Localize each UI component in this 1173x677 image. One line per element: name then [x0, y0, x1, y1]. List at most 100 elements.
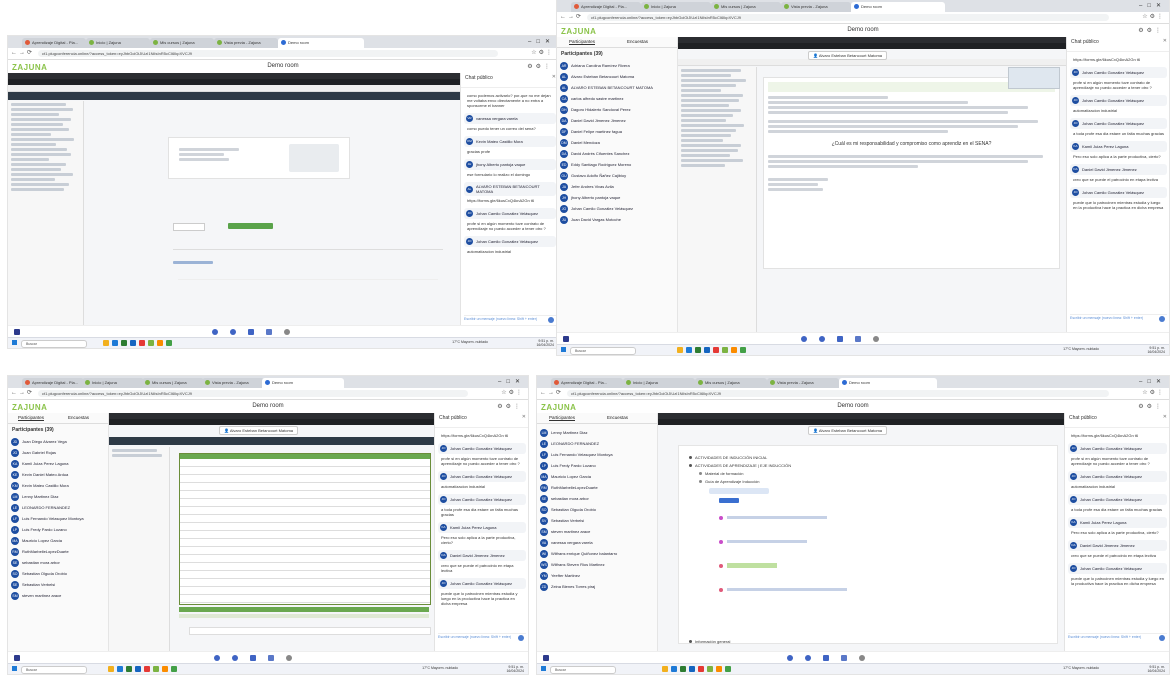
browser-tab[interactable]: Vista previa - Zajuna: [781, 2, 851, 12]
participant-row[interactable]: LF Luis Fernando Velasquez Montoya: [537, 449, 657, 460]
close-icon[interactable]: ✕: [552, 74, 556, 80]
participant-row[interactable]: LE LEONARDO FERNANDEZ: [8, 502, 108, 513]
participant-row[interactable]: LP Luis Fredy Pardo Lozano: [537, 460, 657, 471]
browser-tab[interactable]: Aprendizaje Digital - Pla...: [571, 2, 641, 12]
weather-widget[interactable]: 17°C Mayorm. nublado: [1063, 666, 1099, 670]
participant-row[interactable]: DA Daniel David Jimenez Jimenez: [557, 115, 677, 126]
participant-row[interactable]: JA Jefer Andres Vivas Avila: [557, 181, 677, 192]
taskbar-search[interactable]: Buscar: [21, 666, 87, 674]
taskbar-apps[interactable]: [108, 666, 180, 673]
camera-icon[interactable]: [250, 655, 256, 661]
url-field[interactable]: ct1.plugconferencia.online/?access_token…: [38, 390, 468, 397]
participant-row[interactable]: AL Alvaro Esteban Betancourt Matoma: [557, 71, 677, 82]
topic-item[interactable]: Información general: [689, 639, 1047, 644]
close-icon[interactable]: ✕: [522, 414, 526, 420]
participant-row[interactable]: SE sebastian mora arbor: [537, 493, 657, 504]
more-icon[interactable]: [859, 655, 865, 661]
header-icons[interactable]: ⚙⚙⋮: [1138, 403, 1164, 410]
more-icon[interactable]: [284, 329, 290, 335]
weather-widget[interactable]: 17°C Mayorm. nublado: [422, 666, 458, 670]
participant-row[interactable]: AL ALVARO ESTEBAN BETANCOURT MATOMA: [557, 82, 677, 93]
participant-row[interactable]: LP Luis Fredy Pardo Lozano: [8, 524, 108, 535]
participant-row[interactable]: SM steven martinez arace: [537, 526, 657, 537]
window-controls[interactable]: –□✕: [1139, 2, 1166, 9]
participant-row[interactable]: KA Kamii Juiza Perez Laguna: [8, 458, 108, 469]
browser-tab[interactable]: Mis cursos | Zajuna: [142, 378, 204, 388]
browser-tab[interactable]: Aprendizaje Digital - Pla...: [22, 378, 84, 388]
participant-row[interactable]: LE LEONARDO FERNANDEZ: [537, 438, 657, 449]
browser-tab[interactable]: Mis cursos | Zajuna: [695, 378, 767, 388]
windows-start-icon[interactable]: [541, 666, 546, 671]
participant-row[interactable]: MA Mauricio Lopez Garcia: [8, 535, 108, 546]
participant-row[interactable]: VA vanessa vergara varela: [537, 537, 657, 548]
tab-participants[interactable]: Participantes: [18, 415, 45, 421]
browser-tab[interactable]: Mis cursos | Zajuna: [150, 38, 214, 48]
participant-row[interactable]: DA David Andrés Cifuentes Sanchez: [557, 148, 677, 159]
browser-tab[interactable]: Inicio | Zajuna: [641, 2, 711, 12]
send-icon[interactable]: [1159, 635, 1165, 641]
weather-widget[interactable]: 17°C Mayorm. nublado: [1063, 347, 1099, 351]
mic-icon[interactable]: [214, 655, 220, 661]
audio-icon[interactable]: [819, 336, 825, 342]
close-icon[interactable]: ✕: [1163, 414, 1167, 420]
participant-row[interactable]: JD Juan Diego Alvarez Vega: [8, 436, 108, 447]
windows-start-icon[interactable]: [12, 666, 17, 671]
camera-icon[interactable]: [823, 655, 829, 661]
topic-item[interactable]: ACTIVIDADES DE APRENDIZAJE | EJE INDUCCI…: [689, 463, 1047, 468]
nav-arrows-icon[interactable]: ←→⟳: [560, 13, 583, 20]
send-icon[interactable]: [548, 317, 554, 323]
participant-row[interactable]: DF Daniel Felipe martinez fagua: [557, 126, 677, 137]
nav-arrows-icon[interactable]: ←→⟳: [11, 49, 34, 56]
camera-icon[interactable]: [248, 329, 254, 335]
screen-share-icon[interactable]: [266, 329, 272, 335]
audio-icon[interactable]: [230, 329, 236, 335]
users-icon[interactable]: [14, 329, 20, 335]
mic-icon[interactable]: [212, 329, 218, 335]
users-icon[interactable]: [14, 655, 20, 661]
participant-row[interactable]: KM Kevin Mateo Castillo Mora: [8, 480, 108, 491]
chat-input[interactable]: Escribir un mensaje (nuevo línea: Shift …: [1070, 314, 1167, 325]
participant-row[interactable]: JO Johan Camilo González Velásquez: [557, 203, 677, 214]
participant-row[interactable]: CA carlos alfredo sastre martinez: [557, 93, 677, 104]
header-icons[interactable]: ⚙⚙⋮: [497, 403, 523, 410]
participant-row[interactable]: SV Sebastian Verbelsi: [537, 515, 657, 526]
browser-tab-active[interactable]: Demo room: [262, 378, 344, 388]
participant-row[interactable]: WS Wilfrans Steven Rios Martinez: [537, 559, 657, 570]
more-icon[interactable]: [286, 655, 292, 661]
participant-row[interactable]: SE Sebastian Verbelsi: [8, 579, 108, 590]
participant-row[interactable]: AR Adriana Carolina Ramírez Rivera: [557, 60, 677, 71]
tab-participants[interactable]: Participantes: [549, 415, 576, 421]
browser-tab[interactable]: Aprendizaje Digital - Pla...: [22, 38, 86, 48]
browser-tab-active[interactable]: Demo room: [278, 38, 364, 48]
participant-row[interactable]: LM Lenny Martinez Diaz: [537, 427, 657, 438]
screen-share-icon[interactable]: [855, 336, 861, 342]
header-icons[interactable]: ⚙⚙⋮: [1138, 27, 1164, 34]
participant-row[interactable]: JH jhony Alberto pantoja vaque: [557, 192, 677, 203]
screen-share-icon[interactable]: [268, 655, 274, 661]
taskbar-apps[interactable]: [677, 347, 749, 354]
users-icon[interactable]: [563, 336, 569, 342]
participant-row[interactable]: JG Juan Gabriel Rojas: [8, 447, 108, 458]
taskbar-search[interactable]: Buscar: [570, 347, 636, 355]
url-field[interactable]: ct1.plugconferencia.online/?access_token…: [567, 390, 1109, 397]
participant-row[interactable]: WI Wilfrans enrique Quiñonez balantarro: [537, 548, 657, 559]
weather-widget[interactable]: 17°C Mayorm. nublado: [452, 340, 488, 344]
tab-participants[interactable]: Participantes: [569, 39, 596, 45]
taskbar-search[interactable]: Buscar: [550, 666, 616, 674]
participant-row[interactable]: JU Juan David Vargas Motoche: [557, 214, 677, 225]
camera-icon[interactable]: [837, 336, 843, 342]
topic-item[interactable]: Material de formación: [699, 471, 1047, 476]
nav-arrows-icon[interactable]: ←→⟳: [11, 389, 34, 396]
tab-surveys[interactable]: Encuestas: [607, 415, 628, 420]
participant-row[interactable]: SO Sebastian Olguda Orobio: [537, 504, 657, 515]
close-icon[interactable]: ✕: [1163, 38, 1167, 44]
browser-tab[interactable]: Aprendizaje Digital - Pla...: [551, 378, 623, 388]
browser-tab-active[interactable]: Demo room: [851, 2, 945, 12]
url-field[interactable]: ct1.plugconferencia.online/?access_token…: [38, 50, 498, 57]
topic-item[interactable]: Guía de Aprendizaje Inducción: [699, 479, 1047, 484]
browser-tab[interactable]: Mis cursos | Zajuna: [711, 2, 781, 12]
participant-row[interactable]: DM Daniel Mendoza: [557, 137, 677, 148]
taskbar-apps[interactable]: [662, 666, 734, 673]
browser-tab[interactable]: Inicio | Zajuna: [82, 378, 144, 388]
mic-icon[interactable]: [787, 655, 793, 661]
